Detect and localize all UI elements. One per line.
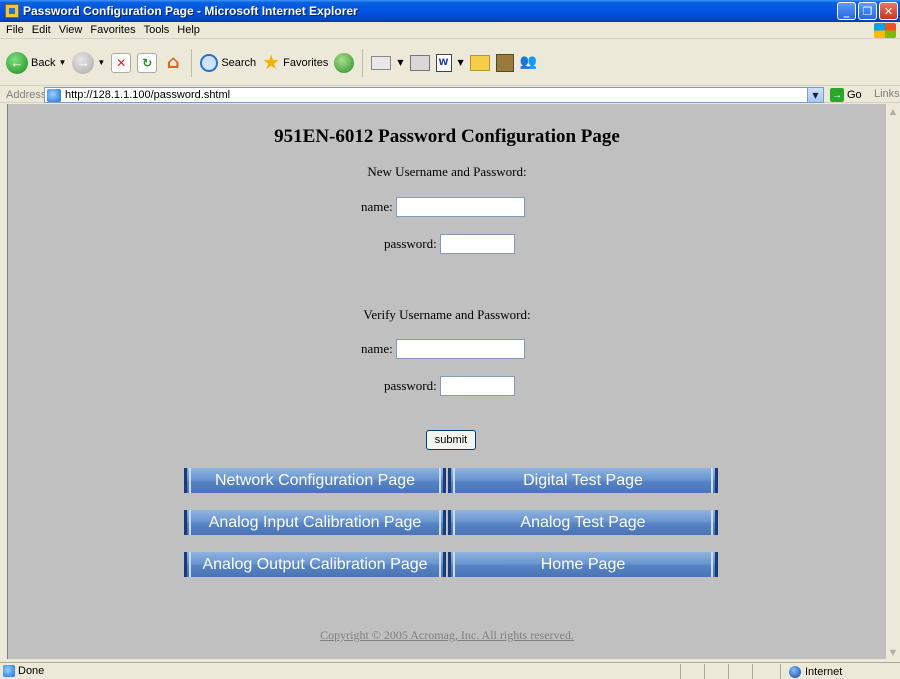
back-label: Back xyxy=(31,56,56,69)
refresh-icon[interactable]: ↻ xyxy=(137,52,158,73)
menu-tools[interactable]: Tools xyxy=(142,24,176,36)
go-button[interactable]: → Go xyxy=(830,88,862,102)
new-name-label: name: xyxy=(361,199,393,214)
verify-password-row: password: xyxy=(384,376,515,396)
verify-password-input[interactable] xyxy=(439,376,515,396)
chevron-down-icon: ▼ xyxy=(97,58,106,67)
folder-icon[interactable] xyxy=(469,54,490,71)
vertical-scrollbar[interactable]: ▲ ▼ xyxy=(886,104,900,659)
menu-help[interactable]: Help xyxy=(175,24,206,36)
submit-button[interactable]: submit xyxy=(426,430,476,450)
verify-name-row: name: xyxy=(361,339,525,359)
new-credentials-heading: New Username and Password: xyxy=(367,164,527,179)
home-icon[interactable]: ⌂ xyxy=(163,52,183,73)
verify-password-label: password: xyxy=(384,378,437,393)
edit-word-icon[interactable]: W xyxy=(435,53,452,72)
chevron-down-icon: ▼ xyxy=(58,58,67,67)
forward-button[interactable]: → ▼ xyxy=(72,51,106,74)
analog-output-calibration-link[interactable]: Analog Output Calibration Page xyxy=(184,552,446,577)
menu-bar: File Edit View Favorites Tools Help xyxy=(0,22,900,39)
toolbar: ← Back ▼ → ▼ ✕ ↻ ⌂ Search ★ Favorites ▼ … xyxy=(0,40,900,86)
window-title: Password Configuration Page - Microsoft … xyxy=(23,4,358,18)
window-left-border xyxy=(0,104,8,659)
search-icon xyxy=(200,53,219,72)
digital-test-link[interactable]: Digital Test Page xyxy=(448,468,718,493)
new-password-label: password: xyxy=(384,236,437,251)
digital-test-label: Digital Test Page xyxy=(523,471,643,489)
minimize-button[interactable]: _ xyxy=(837,2,856,20)
status-pane xyxy=(680,664,704,679)
network-config-link[interactable]: Network Configuration Page xyxy=(184,468,446,493)
status-bar: Done Internet xyxy=(0,662,900,679)
page-title: 951EN-6012 Password Configuration Page xyxy=(274,126,620,147)
verify-name-label: name: xyxy=(361,341,393,356)
analog-output-calibration-label: Analog Output Calibration Page xyxy=(202,555,428,573)
links-label[interactable]: Links xyxy=(874,88,900,100)
mail-icon[interactable] xyxy=(371,55,392,70)
media-icon[interactable] xyxy=(334,52,355,73)
analog-test-label: Analog Test Page xyxy=(520,513,646,531)
status-pane xyxy=(728,664,752,679)
home-page-link[interactable]: Home Page xyxy=(448,552,718,577)
search-label: Search xyxy=(221,56,257,69)
chevron-down-icon[interactable]: ▼ xyxy=(397,58,403,67)
network-config-label: Network Configuration Page xyxy=(214,471,416,489)
address-bar: Address http://128.1.1.100/password.shtm… xyxy=(0,87,900,103)
menu-edit[interactable]: Edit xyxy=(30,24,57,36)
print-icon[interactable] xyxy=(409,54,430,71)
favorites-button[interactable]: ★ Favorites xyxy=(262,53,328,73)
scroll-up-icon[interactable]: ▲ xyxy=(886,104,900,118)
new-password-input[interactable] xyxy=(439,234,515,254)
ie-page-icon xyxy=(3,665,15,677)
title-bar: Password Configuration Page - Microsoft … xyxy=(0,0,900,22)
maximize-button[interactable]: ❐ xyxy=(858,2,877,20)
new-name-input[interactable] xyxy=(395,197,525,217)
status-pane xyxy=(704,664,728,679)
go-label: Go xyxy=(847,89,862,101)
zone-label: Internet xyxy=(805,665,843,678)
analog-input-calibration-link[interactable]: Analog Input Calibration Page xyxy=(184,510,446,535)
menu-favorites[interactable]: Favorites xyxy=(88,24,141,36)
back-button[interactable]: ← Back ▼ xyxy=(6,51,67,74)
analog-test-link[interactable]: Analog Test Page xyxy=(448,510,718,535)
home-page-label: Home Page xyxy=(540,555,626,573)
new-name-row: name: xyxy=(361,197,525,217)
window-controls: _ ❐ ✕ xyxy=(837,2,898,20)
chevron-down-icon[interactable]: ▼ xyxy=(807,88,823,102)
windows-logo-icon xyxy=(874,23,896,38)
verify-name-input[interactable] xyxy=(395,339,525,359)
close-button[interactable]: ✕ xyxy=(879,2,898,20)
status-text: Done xyxy=(18,665,45,677)
chevron-down-icon[interactable]: ▼ xyxy=(458,58,464,67)
menu-view[interactable]: View xyxy=(57,24,89,36)
favorites-label: Favorites xyxy=(283,56,329,69)
toolbar-separator xyxy=(362,48,364,77)
messenger-icon[interactable]: 👥 xyxy=(520,54,540,72)
favorites-star-icon: ★ xyxy=(262,51,281,74)
analog-input-calibration-label: Analog Input Calibration Page xyxy=(208,513,422,531)
address-input[interactable]: http://128.1.1.100/password.shtml ▼ xyxy=(44,87,824,103)
new-password-row: password: xyxy=(384,234,515,254)
security-zone: Internet xyxy=(780,664,842,679)
status-panes xyxy=(680,664,776,679)
back-arrow-icon: ← xyxy=(6,51,28,74)
copyright-link[interactable]: Copyright © 2005 Acromag, Inc. All right… xyxy=(8,628,886,643)
research-icon[interactable] xyxy=(495,53,514,72)
menu-file[interactable]: File xyxy=(4,24,30,36)
globe-icon xyxy=(789,665,801,678)
scroll-down-icon[interactable]: ▼ xyxy=(886,645,900,659)
ie-page-icon xyxy=(47,88,61,102)
go-arrow-icon: → xyxy=(830,88,844,102)
status-pane xyxy=(752,664,776,679)
page-content: 951EN-6012 Password Configuration Page N… xyxy=(8,104,886,659)
stop-icon[interactable]: ✕ xyxy=(111,52,132,73)
search-button[interactable]: Search xyxy=(200,53,257,72)
address-url: http://128.1.1.100/password.shtml xyxy=(65,89,231,101)
toolbar-separator xyxy=(191,48,193,77)
forward-arrow-icon: → xyxy=(72,51,95,74)
verify-credentials-heading: Verify Username and Password: xyxy=(363,307,531,322)
ie-page-icon xyxy=(5,4,19,18)
